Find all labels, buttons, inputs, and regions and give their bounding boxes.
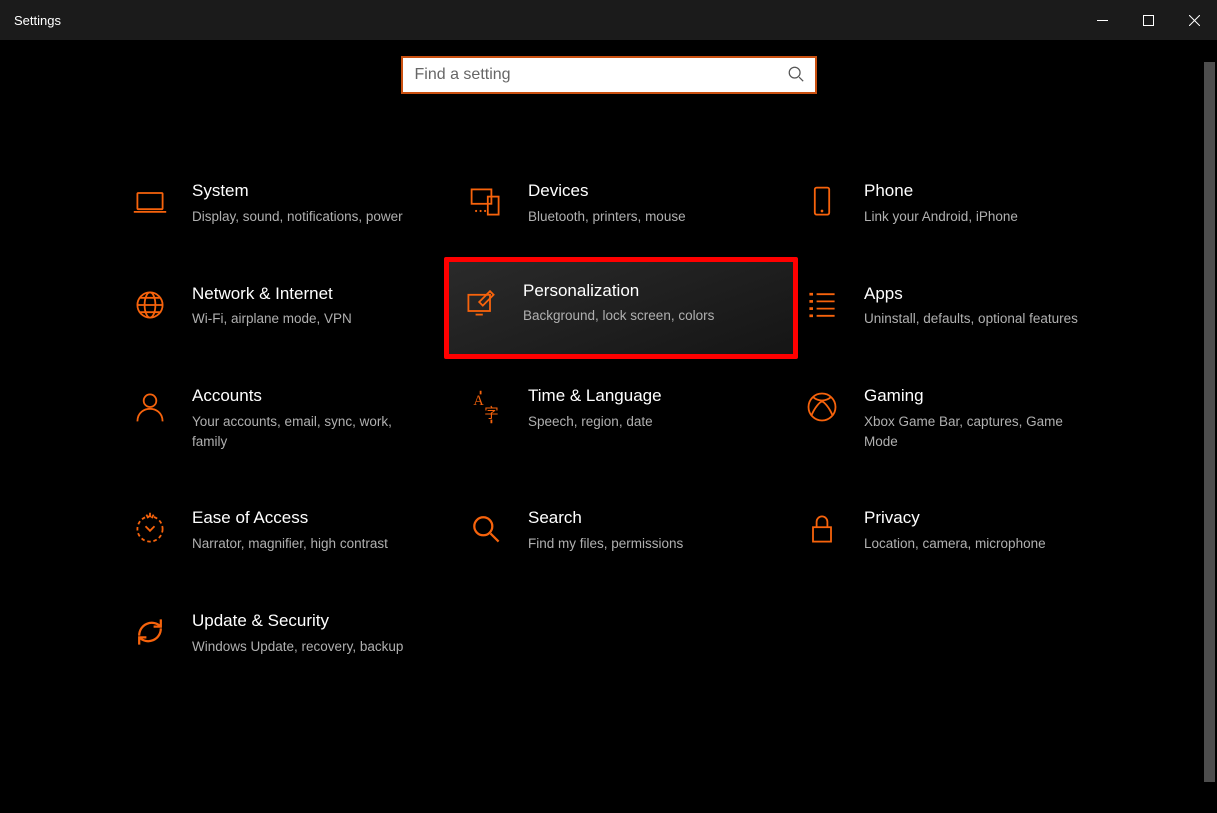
category-subtitle: Link your Android, iPhone bbox=[864, 207, 1018, 227]
scrollbar-thumb[interactable] bbox=[1204, 62, 1215, 782]
category-update[interactable]: Update & Security Windows Update, recover… bbox=[124, 602, 454, 665]
category-subtitle: Display, sound, notifications, power bbox=[192, 207, 403, 227]
globe-icon bbox=[130, 285, 170, 325]
window-title: Settings bbox=[14, 13, 61, 28]
category-text: Privacy Location, camera, microphone bbox=[864, 507, 1046, 554]
category-text: Gaming Xbox Game Bar, captures, Game Mode bbox=[864, 385, 1084, 451]
category-text: Update & Security Windows Update, recover… bbox=[192, 610, 403, 657]
category-subtitle: Speech, region, date bbox=[528, 412, 662, 432]
category-text: Network & Internet Wi-Fi, airplane mode, … bbox=[192, 283, 352, 330]
category-system[interactable]: System Display, sound, notifications, pow… bbox=[124, 172, 454, 235]
category-text: Apps Uninstall, defaults, optional featur… bbox=[864, 283, 1078, 330]
category-title: Privacy bbox=[864, 507, 1046, 530]
category-subtitle: Windows Update, recovery, backup bbox=[192, 637, 403, 657]
category-text: Phone Link your Android, iPhone bbox=[864, 180, 1018, 227]
category-title: Accounts bbox=[192, 385, 412, 408]
phone-icon bbox=[802, 182, 842, 222]
category-subtitle: Background, lock screen, colors bbox=[523, 306, 714, 326]
settings-grid: System Display, sound, notifications, pow… bbox=[124, 172, 1167, 664]
category-text: System Display, sound, notifications, pow… bbox=[192, 180, 403, 227]
category-text: Time & Language Speech, region, date bbox=[528, 385, 662, 432]
search-input[interactable] bbox=[415, 66, 787, 84]
lock-icon bbox=[802, 509, 842, 549]
category-subtitle: Wi-Fi, airplane mode, VPN bbox=[192, 309, 352, 329]
category-title: Apps bbox=[864, 283, 1078, 306]
person-icon bbox=[130, 387, 170, 427]
category-title: Network & Internet bbox=[192, 283, 352, 306]
category-gaming[interactable]: Gaming Xbox Game Bar, captures, Game Mode bbox=[796, 377, 1126, 459]
category-subtitle: Bluetooth, printers, mouse bbox=[528, 207, 686, 227]
category-privacy[interactable]: Privacy Location, camera, microphone bbox=[796, 499, 1126, 562]
category-time[interactable]: Time & Language Speech, region, date bbox=[460, 377, 790, 440]
xbox-icon bbox=[802, 387, 842, 427]
maximize-button[interactable] bbox=[1125, 0, 1171, 40]
category-subtitle: Narrator, magnifier, high contrast bbox=[192, 534, 388, 554]
window-controls bbox=[1079, 0, 1217, 40]
search-box[interactable] bbox=[401, 56, 817, 94]
category-title: Update & Security bbox=[192, 610, 403, 633]
category-subtitle: Location, camera, microphone bbox=[864, 534, 1046, 554]
laptop-icon bbox=[130, 182, 170, 222]
category-title: Phone bbox=[864, 180, 1018, 203]
category-personalization[interactable]: Personalization Background, lock screen, … bbox=[444, 257, 798, 360]
category-text: Search Find my files, permissions bbox=[528, 507, 683, 554]
category-accounts[interactable]: Accounts Your accounts, email, sync, work… bbox=[124, 377, 454, 459]
category-text: Devices Bluetooth, printers, mouse bbox=[528, 180, 686, 227]
search-cat-icon bbox=[466, 509, 506, 549]
category-subtitle: Uninstall, defaults, optional features bbox=[864, 309, 1078, 329]
category-devices[interactable]: Devices Bluetooth, printers, mouse bbox=[460, 172, 790, 235]
titlebar: Settings bbox=[0, 0, 1217, 40]
category-subtitle: Xbox Game Bar, captures, Game Mode bbox=[864, 412, 1084, 451]
search-row bbox=[50, 56, 1167, 94]
category-search[interactable]: Search Find my files, permissions bbox=[460, 499, 790, 562]
category-text: Ease of Access Narrator, magnifier, high … bbox=[192, 507, 388, 554]
devices-icon bbox=[466, 182, 506, 222]
content-area: System Display, sound, notifications, pow… bbox=[0, 56, 1217, 813]
category-title: Ease of Access bbox=[192, 507, 388, 530]
category-title: System bbox=[192, 180, 403, 203]
scrollbar[interactable] bbox=[1204, 62, 1215, 782]
search-icon bbox=[787, 65, 805, 86]
category-subtitle: Find my files, permissions bbox=[528, 534, 683, 554]
ease-icon bbox=[130, 509, 170, 549]
category-title: Time & Language bbox=[528, 385, 662, 408]
category-network[interactable]: Network & Internet Wi-Fi, airplane mode, … bbox=[124, 275, 454, 338]
category-apps[interactable]: Apps Uninstall, defaults, optional featur… bbox=[796, 275, 1126, 338]
category-title: Search bbox=[528, 507, 683, 530]
language-icon bbox=[466, 387, 506, 427]
category-text: Personalization Background, lock screen, … bbox=[523, 280, 714, 327]
personalize-icon bbox=[461, 282, 501, 322]
close-button[interactable] bbox=[1171, 0, 1217, 40]
category-phone[interactable]: Phone Link your Android, iPhone bbox=[796, 172, 1126, 235]
update-icon bbox=[130, 612, 170, 652]
category-text: Accounts Your accounts, email, sync, work… bbox=[192, 385, 412, 451]
category-title: Gaming bbox=[864, 385, 1084, 408]
minimize-button[interactable] bbox=[1079, 0, 1125, 40]
category-title: Devices bbox=[528, 180, 686, 203]
apps-icon bbox=[802, 285, 842, 325]
category-ease[interactable]: Ease of Access Narrator, magnifier, high … bbox=[124, 499, 454, 562]
category-subtitle: Your accounts, email, sync, work, family bbox=[192, 412, 412, 451]
category-title: Personalization bbox=[523, 280, 714, 303]
